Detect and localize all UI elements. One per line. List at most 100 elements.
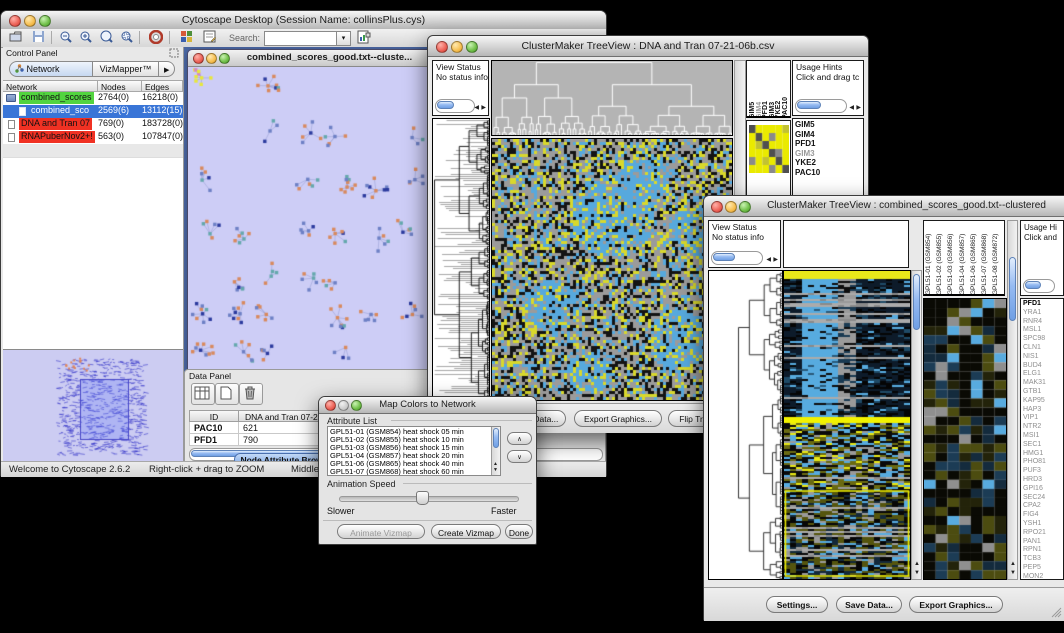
birdseye-canvas[interactable] [4,351,182,461]
network-table-row[interactable]: RNAPuberNov2+!563(0)107847(0) [3,131,183,144]
scroll-left-icon[interactable]: ◀ [849,105,854,111]
tv2-gene-label[interactable]: CPA2 [1021,502,1063,511]
tv2-zoom-heatmap[interactable] [923,298,1007,580]
tv2-gene-label[interactable]: RNR4 [1021,318,1063,327]
attribute-table-button[interactable] [191,383,215,405]
tv2-gene-label[interactable]: NTR2 [1021,423,1063,432]
tv2-button-export-graphics[interactable]: Export Graphics... [909,596,1003,613]
tv1-row-label[interactable]: GIM3 [793,149,863,159]
tv1-row-label[interactable]: YKE2 [793,158,863,168]
tv2-gene-label[interactable]: CLN1 [1021,344,1063,353]
tv1-column-label[interactable]: YKE2 [775,73,782,118]
tv2-button-settings[interactable]: Settings... [766,596,828,613]
tv2-gene-label[interactable]: GPI16 [1021,485,1063,494]
tv2-gene-label[interactable]: PEP5 [1021,564,1063,573]
network-canvas[interactable] [189,67,434,373]
tv2-gene-label[interactable]: MON2 [1021,573,1063,580]
tv2-gene-label[interactable]: MAK31 [1021,379,1063,388]
tv1-column-label[interactable]: PFD1 [762,73,769,118]
zoom-out-button[interactable] [57,30,75,46]
main-titlebar[interactable]: Cytoscape Desktop (Session Name: collins… [1,11,606,30]
scroll-up-icon[interactable]: ▲ [914,561,920,567]
data-row-id[interactable]: PAC10 [189,422,239,434]
scroll-left-icon[interactable]: ◀ [474,105,479,111]
vizmapper-button[interactable] [177,30,195,46]
network-table-row[interactable]: combined_sco2569(6)13112(15) [3,105,183,118]
tv2-gene-label[interactable]: SEC1 [1021,441,1063,450]
move-down-button[interactable]: ∨ [507,450,532,463]
animation-speed-slider[interactable] [339,496,519,502]
tv2-button-save-data[interactable]: Save Data... [836,596,902,613]
tv1-row-dendrogram[interactable] [432,118,490,401]
tv2-column-label[interactable]: GPL51-04 (GSM857) [959,221,970,295]
network-table-row[interactable]: combined_scores2764(0)16218(0) [3,92,183,105]
tv1-status-hscroll[interactable] [435,99,475,113]
treeview1-titlebar[interactable]: ClusterMaker TreeView : DNA and Tran 07-… [428,36,868,57]
scroll-right-icon[interactable]: ▶ [773,257,778,263]
tv2-gene-label[interactable]: PHO81 [1021,458,1063,467]
treeview2-titlebar[interactable]: ClusterMaker TreeView : combined_scores_… [704,196,1064,217]
tv2-column-label[interactable]: GPL51-03 (GSM856) [947,221,958,295]
tv1-column-dendrogram[interactable] [491,60,733,136]
tv2-gene-label[interactable]: PFD1 [1021,300,1063,309]
tv2-gene-label[interactable]: VIP1 [1021,414,1063,423]
open-session-button[interactable] [7,30,25,46]
tv2-heatmap-vscrollbar[interactable]: ▲ ▼ [911,270,922,580]
tv1-global-heatmap[interactable] [491,138,733,401]
delete-attribute-button[interactable] [239,383,263,405]
col-header-edges[interactable]: Edges [142,80,183,92]
tv2-gene-label[interactable]: MSL1 [1021,326,1063,335]
move-up-button[interactable]: ∧ [507,432,532,445]
scroll-down-icon[interactable]: ▼ [1010,570,1016,576]
data-col-id[interactable]: ID [189,410,239,422]
network-table-row[interactable]: DNA and Tran 07769(0)183728(0) [3,118,183,131]
tv2-gene-label[interactable]: RPN1 [1021,546,1063,555]
tv1-selected-cluster-matrix[interactable] [749,125,789,173]
close-button[interactable] [193,53,204,64]
tv2-column-label[interactable]: GPL51-08 (GSM872) [992,221,1003,295]
col-header-nodes[interactable]: Nodes [98,80,142,92]
attribute-listbox[interactable]: GPL51-01 (GSM854) heat shock 05 minGPL51… [327,426,501,476]
tv2-global-heatmap[interactable] [783,270,911,580]
col-header-network[interactable]: Network [3,80,98,92]
minimize-button[interactable] [725,201,737,213]
tv2-gene-label[interactable]: PUF3 [1021,467,1063,476]
float-panel-icon[interactable] [169,48,179,60]
new-attribute-button[interactable] [215,383,239,405]
tv1-row-label[interactable]: PFD1 [793,139,863,149]
zoom-in-button[interactable] [77,30,95,46]
tv2-zoom-vscrollbar-thumb[interactable] [1009,257,1016,321]
tv2-gene-label[interactable]: GTB1 [1021,388,1063,397]
network-window-titlebar[interactable]: combined_scores_good.txt--cluste... [188,50,437,67]
tv1-row-label[interactable]: GIM4 [793,130,863,140]
tv1-row-label[interactable]: GIM5 [793,120,863,130]
scroll-right-icon[interactable]: ▶ [481,105,486,111]
tv1-column-label[interactable]: GIM5 [749,73,756,118]
tv2-gene-label[interactable]: SPC98 [1021,335,1063,344]
tv2-gene-label[interactable]: HMG1 [1021,450,1063,459]
tab-overflow-arrow[interactable]: ▶ [159,61,175,77]
tv2-heatmap-vscrollbar-thumb[interactable] [913,274,920,330]
data-row-id[interactable]: PFD1 [189,434,239,446]
network-stats-button[interactable] [355,30,373,46]
search-input[interactable] [264,31,340,46]
tv2-status-hscroll[interactable] [711,251,763,265]
tv2-column-label[interactable]: GPL51-02 (GSM855) [936,221,947,295]
scroll-right-icon[interactable]: ▶ [856,105,861,111]
tv2-hints-hscroll[interactable] [1023,279,1055,293]
tab-network[interactable]: Network [9,61,93,77]
tv1-column-label[interactable]: PAC10 [782,73,789,118]
tv2-gene-label[interactable]: YSH1 [1021,520,1063,529]
animate-vizmap-button[interactable]: Animate Vizmap [337,524,425,539]
tv2-gene-label[interactable]: RPO21 [1021,529,1063,538]
search-dropdown-button[interactable]: ▾ [336,31,351,46]
zoom-fit-button[interactable] [97,30,115,46]
minimize-button[interactable] [206,53,217,64]
slider-thumb[interactable] [416,491,429,505]
scroll-down-icon[interactable]: ▼ [914,570,920,576]
tv2-gene-label[interactable]: SEC24 [1021,494,1063,503]
zoom-selected-button[interactable] [118,30,136,46]
tv2-zoom-vscrollbar[interactable]: ▲ ▼ [1007,220,1018,580]
tv2-gene-label[interactable]: MSI1 [1021,432,1063,441]
dialog-titlebar[interactable]: Map Colors to Network [319,397,536,414]
